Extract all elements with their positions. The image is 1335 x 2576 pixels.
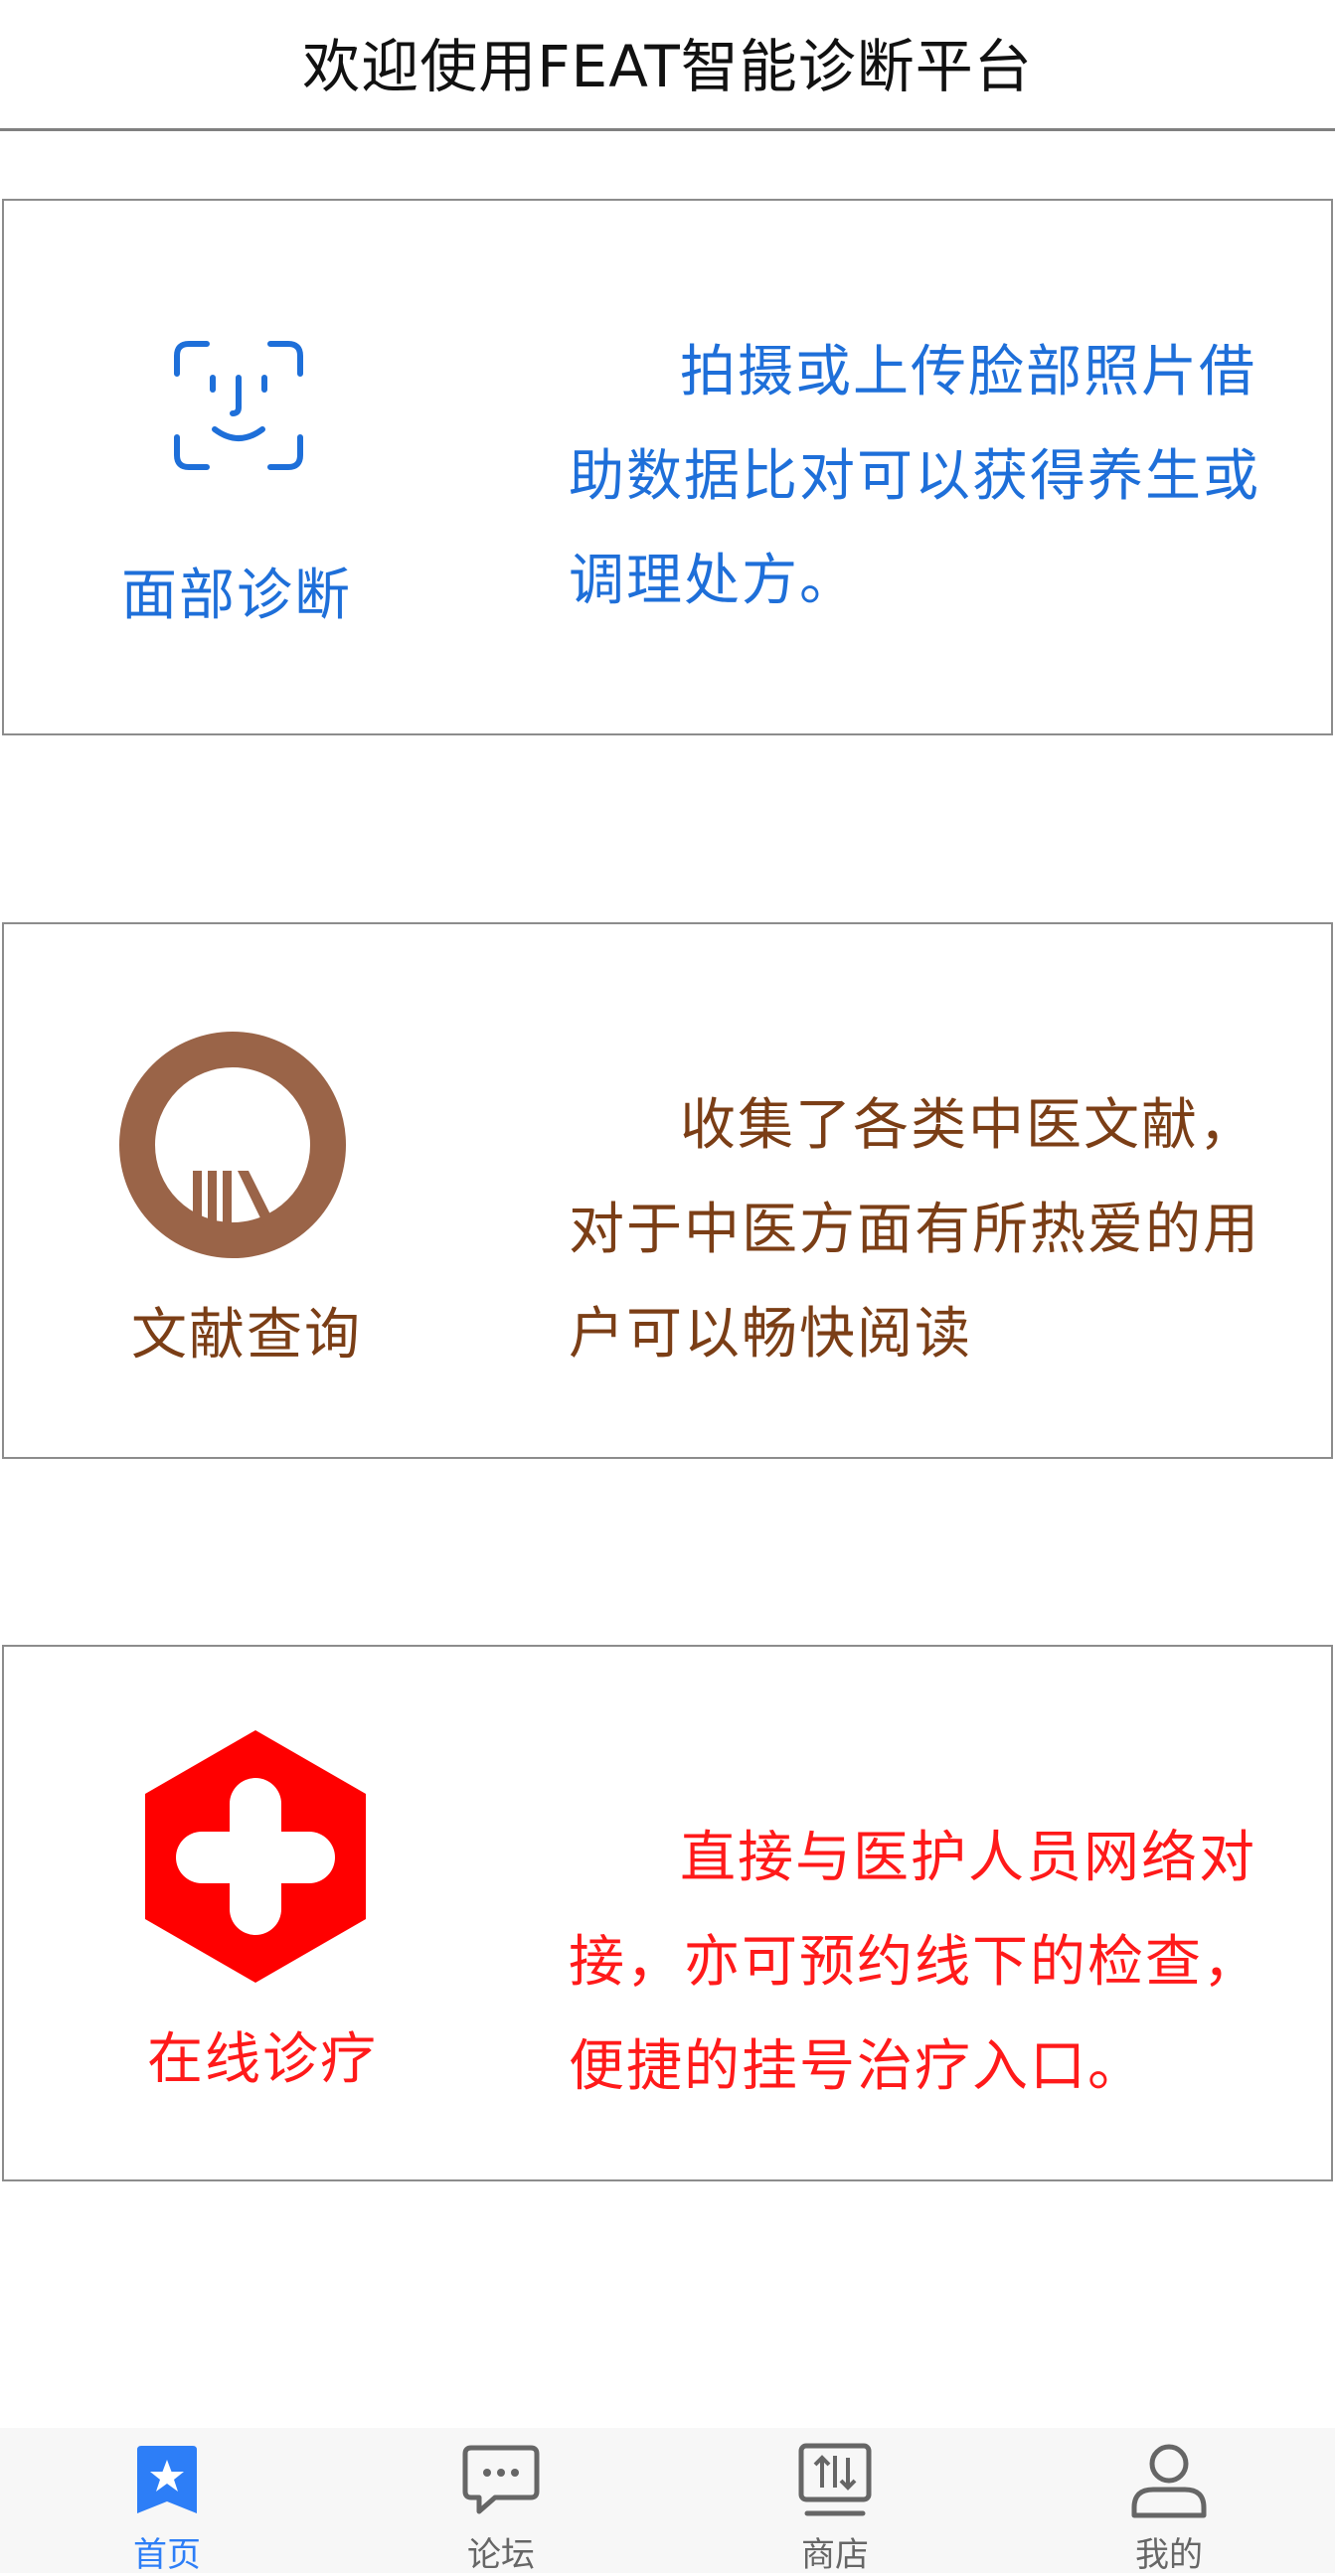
tab-forum-label: 论坛 — [467, 2535, 535, 2575]
tab-store-label: 商店 — [801, 2535, 869, 2575]
literature-search-label: 文献查询 — [131, 1303, 362, 1368]
tab-store[interactable]: 商店 — [736, 2428, 934, 2575]
face-diagnosis-label: 面部诊断 — [121, 564, 352, 628]
library-icon — [117, 1030, 348, 1264]
chat-bubble-icon — [461, 2442, 541, 2521]
home-star-icon — [133, 2442, 201, 2521]
literature-search-description: 收集了各类中医文献，对于中医方面有所热爱的用户可以畅快阅读 — [569, 1093, 1260, 1367]
tab-profile[interactable]: 我的 — [1070, 2428, 1268, 2575]
page-title: 欢迎使用FEAT智能诊断平台 — [302, 32, 1033, 100]
online-consultation-label: 在线诊疗 — [147, 2027, 378, 2092]
online-consultation-description: 直接与医护人员网络对接，亦可预约线下的检查，便捷的挂号治疗入口。 — [569, 1826, 1260, 2099]
face-scan-icon — [171, 338, 306, 477]
online-consultation-card[interactable]: 在线诊疗 直接与医护人员网络对接，亦可预约线下的检查，便捷的挂号治疗入口。 — [2, 1645, 1333, 2181]
app-header: 欢迎使用FEAT智能诊断平台 — [0, 0, 1335, 131]
face-diagnosis-card[interactable]: 面部诊断 拍摄或上传脸部照片借助数据比对可以获得养生或调理处方。 — [2, 199, 1333, 735]
tab-profile-label: 我的 — [1135, 2535, 1203, 2575]
literature-search-card[interactable]: 文献查询 收集了各类中医文献，对于中医方面有所热爱的用户可以畅快阅读 — [2, 922, 1333, 1459]
tab-home[interactable]: 首页 — [68, 2428, 266, 2575]
face-diagnosis-description: 拍摄或上传脸部照片借助数据比对可以获得养生或调理处方。 — [569, 340, 1260, 613]
user-icon — [1129, 2442, 1209, 2523]
tab-forum[interactable]: 论坛 — [402, 2428, 600, 2575]
medical-cross-icon — [143, 1728, 368, 1989]
store-icon — [795, 2442, 875, 2523]
tab-home-label: 首页 — [133, 2535, 201, 2575]
bottom-tab-bar: 首页 论坛 商店 我的 — [0, 2428, 1335, 2575]
